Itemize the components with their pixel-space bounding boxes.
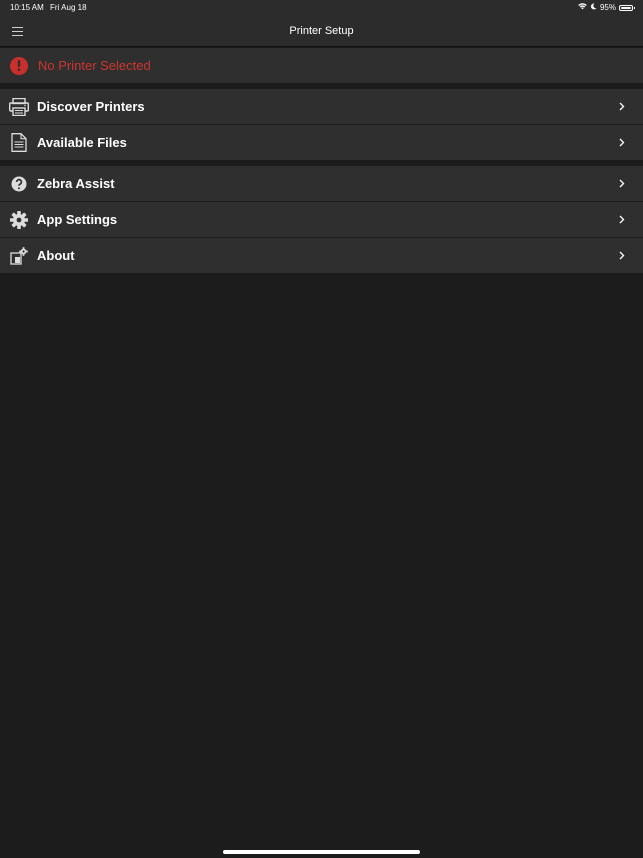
battery-icon [619,4,635,11]
menu-group-printers: Discover Printers Available Files [0,89,643,160]
no-printer-alert[interactable]: No Printer Selected [0,48,643,83]
status-time: 10:15 AM [10,3,44,12]
gear-icon [9,210,29,230]
alert-text: No Printer Selected [38,58,151,73]
page-title: Printer Setup [289,25,354,37]
battery-fill [621,6,631,9]
menu-item-label: App Settings [37,212,118,227]
moon-icon [590,3,597,12]
chevron-right-icon [617,101,627,111]
menu-item-label: Zebra Assist [37,176,115,191]
chevron-right-icon [617,250,627,260]
exclamation-icon [10,56,28,75]
menu-item-label: Available Files [37,135,127,150]
chevron-right-icon [617,214,627,224]
status-bar: 10:15 AM Fri Aug 18 95% [0,0,643,16]
menu-item-about[interactable]: About [0,238,643,273]
menu-item-zebra-assist[interactable]: Zebra Assist [0,166,643,202]
chevron-right-icon [617,178,627,188]
help-icon [9,174,29,194]
status-date: Fri Aug 18 [50,3,87,12]
menu-group-app: Zebra Assist App Settings About [0,166,643,273]
menu-item-available-files[interactable]: Available Files [0,125,643,160]
menu-item-label: Discover Printers [37,99,145,114]
battery-percent: 95% [599,3,616,12]
wifi-icon [578,3,587,12]
home-indicator[interactable] [223,850,420,854]
screen: 10:15 AM Fri Aug 18 95% Printer Setup No… [0,0,643,858]
about-icon [9,246,29,266]
printer-icon [9,97,29,117]
menu-item-discover-printers[interactable]: Discover Printers [0,89,643,125]
menu-item-label: About [37,248,75,263]
chevron-right-icon [617,137,627,147]
nav-bar: Printer Setup [0,16,643,47]
status-right: 95% [578,3,635,12]
document-icon [9,133,29,153]
menu-item-app-settings[interactable]: App Settings [0,202,643,238]
status-left: 10:15 AM Fri Aug 18 [10,3,91,12]
